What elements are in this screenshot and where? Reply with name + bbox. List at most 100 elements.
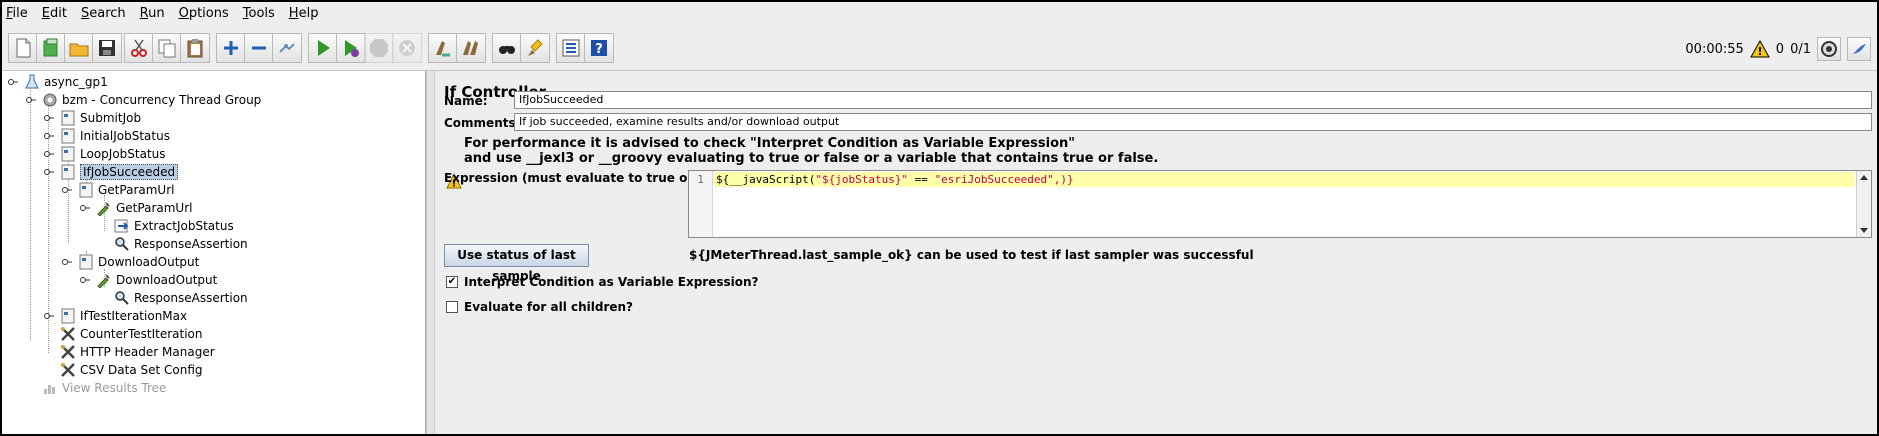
tree-node-loopjobstatus[interactable]: LoopJobStatus [44, 145, 166, 163]
run-status: 00:00:55 ! 0 0/1 [1679, 34, 1871, 64]
start-button[interactable] [308, 33, 338, 63]
save-button[interactable] [92, 33, 122, 63]
tree-node-responseassertion-2[interactable]: ResponseAssertion [114, 289, 248, 307]
use-last-sample-button[interactable]: Use status of last sample [444, 244, 589, 283]
tree-node-view-results-tree[interactable]: View Results Tree [42, 379, 166, 397]
tree-node-iftestiterationmax[interactable]: IfTestIterationMax [44, 307, 187, 325]
test-plan-icon [24, 74, 40, 90]
tree-node-getparamurl-sampler[interactable]: GetParamUrl [80, 199, 192, 217]
reset-search-button[interactable] [520, 33, 550, 63]
expanded-toggle-icon[interactable] [44, 167, 54, 177]
expanded-toggle-icon[interactable] [8, 77, 18, 87]
look-and-feel-icon[interactable] [1847, 37, 1871, 61]
reset-search-icon [528, 39, 543, 56]
tree-node-ifjobsucceeded[interactable]: IfJobSucceeded [44, 163, 179, 181]
tree-node-http-header-manager[interactable]: HTTP Header Manager [60, 343, 215, 361]
menu-run[interactable]: Run [140, 6, 165, 21]
warning-count: 0 [1775, 41, 1785, 57]
tree-node-thread-group[interactable]: bzm - Concurrency Thread Group [26, 91, 261, 109]
expanded-toggle-icon[interactable] [80, 275, 90, 285]
collapsed-toggle-icon[interactable] [44, 149, 54, 159]
tree-node-label: bzm - Concurrency Thread Group [62, 93, 262, 107]
expanded-toggle-icon[interactable] [26, 95, 36, 105]
tree-node-extractjobstatus[interactable]: ExtractJobStatus [114, 217, 234, 235]
performance-warning-line1: For performance it is advised to check "… [464, 136, 1076, 151]
tree-node-countertestiteration[interactable]: CounterTestIteration [60, 325, 202, 343]
thread-count: 0/1 [1790, 41, 1811, 57]
templates-icon [43, 38, 58, 57]
config-tools-icon [60, 362, 76, 378]
new-icon [16, 38, 31, 58]
shutdown-button[interactable] [392, 33, 422, 63]
interpret-condition-checkbox[interactable]: ✔ [446, 276, 458, 288]
start-no-pauses-button[interactable] [336, 33, 366, 63]
open-button[interactable] [64, 33, 94, 63]
function-helper-button[interactable] [556, 33, 586, 63]
search-button[interactable] [492, 33, 522, 63]
controller-icon [60, 308, 76, 324]
expanded-toggle-icon[interactable] [62, 257, 72, 267]
listener-chart-icon [42, 380, 58, 396]
if-controller-panel: If Controller Name: IfJobSucceeded Comme… [436, 71, 1877, 434]
menu-tools[interactable]: Tools [243, 6, 275, 21]
comments-label: Comments: [444, 116, 521, 130]
paste-button[interactable] [180, 33, 210, 63]
tree-node-label: HTTP Header Manager [80, 345, 215, 359]
scroll-down-icon[interactable] [1860, 228, 1868, 233]
collapsed-toggle-icon[interactable] [44, 311, 54, 321]
menu-options[interactable]: Options [179, 6, 229, 21]
sampler-pipette-icon [96, 272, 112, 288]
collapsed-toggle-icon[interactable] [44, 131, 54, 141]
expanded-toggle-icon[interactable] [80, 203, 90, 213]
evaluate-all-children-checkbox[interactable] [446, 301, 458, 313]
tree-node-label: CSV Data Set Config [80, 363, 203, 377]
tree-node-downloadoutput-sampler[interactable]: DownloadOutput [80, 271, 217, 289]
last-sample-info: ${JMeterThread.last_sample_ok} can be us… [689, 248, 1254, 262]
tree-node-submitjob[interactable]: SubmitJob [44, 109, 141, 127]
editor-scrollbar[interactable] [1856, 171, 1871, 237]
tree-node-initialjobstatus[interactable]: InitialJobStatus [44, 127, 170, 145]
tree-node-test-plan[interactable]: async_gp1 [8, 73, 108, 91]
code-string-literal: "esriJobSucceeded" [934, 173, 1054, 186]
split-pane-divider[interactable] [426, 71, 435, 434]
scroll-up-icon[interactable] [1860, 175, 1868, 180]
tree-node-label: DownloadOutput [98, 255, 200, 269]
collapse-all-button[interactable] [244, 33, 274, 63]
toggle-icon [279, 43, 295, 53]
templates-button[interactable] [36, 33, 66, 63]
evaluate-all-children-row[interactable]: Evaluate for all children? [446, 300, 633, 314]
clear-button[interactable] [428, 33, 458, 63]
code-string-variable: "${jobStatus}" [815, 173, 909, 186]
tree-node-getparamurl-controller[interactable]: GetParamUrl [62, 181, 174, 199]
cut-button[interactable] [124, 33, 154, 63]
function-helper-icon [562, 39, 580, 57]
menu-search[interactable]: Search [81, 6, 126, 21]
menu-edit[interactable]: Edit [42, 6, 67, 21]
lifecycle-icon[interactable] [1817, 37, 1841, 61]
tree-node-csv-data-set-config[interactable]: CSV Data Set Config [60, 361, 203, 379]
warning-icon[interactable]: ! [1749, 40, 1770, 58]
toggle-button[interactable] [272, 33, 302, 63]
copy-button[interactable] [152, 33, 182, 63]
expression-editor[interactable]: 1 ${__javaScript("${jobStatus}" == "esri… [688, 170, 1872, 238]
tree-node-downloadoutput-controller[interactable]: DownloadOutput [62, 253, 199, 271]
help-button[interactable]: ? [584, 33, 614, 63]
clear-all-button[interactable] [456, 33, 486, 63]
collapsed-toggle-icon[interactable] [44, 113, 54, 123]
config-tools-icon [60, 326, 76, 342]
comments-field[interactable]: If job succeeded, examine results and/or… [514, 113, 1872, 131]
expression-code-line[interactable]: ${__javaScript("${jobStatus}" == "esriJo… [714, 172, 1855, 187]
expand-all-button[interactable] [216, 33, 246, 63]
menu-file[interactable]: File [6, 6, 28, 21]
name-field[interactable]: IfJobSucceeded [514, 91, 1872, 109]
toolbar: ? 00:00:55 ! 0 0/1 [2, 26, 1877, 71]
expanded-toggle-icon[interactable] [62, 185, 72, 195]
extractor-arrow-icon [114, 218, 130, 234]
interpret-condition-row[interactable]: ✔ Interpret Condition as Variable Expres… [446, 275, 759, 289]
tree-node-responseassertion-1[interactable]: ResponseAssertion [114, 235, 248, 253]
menu-help[interactable]: Help [289, 6, 319, 21]
copy-icon [158, 39, 176, 58]
stop-button[interactable] [364, 33, 394, 63]
tree-node-label: ExtractJobStatus [134, 219, 234, 233]
new-button[interactable] [8, 33, 38, 63]
